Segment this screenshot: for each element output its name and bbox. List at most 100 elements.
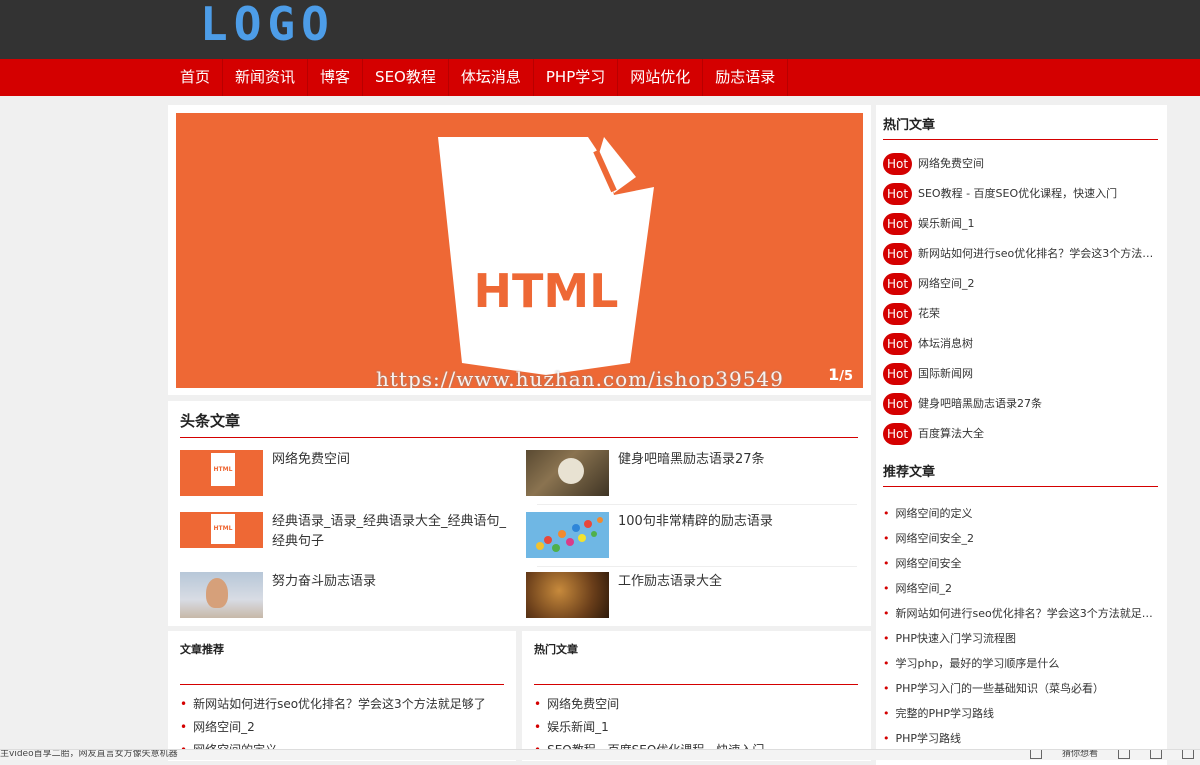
list-item[interactable]: 网络免费空间: [534, 693, 764, 716]
top-header-bar: LOGO: [0, 0, 1200, 59]
hot-list-item[interactable]: Hot 网络空间_2: [883, 273, 1158, 303]
list-item[interactable]: 网络空间安全: [883, 551, 1158, 576]
nav-item-home[interactable]: 首页: [168, 59, 224, 96]
hot-articles-bottom-title: 热门文章: [534, 641, 858, 685]
hot-list-item[interactable]: Hot 健身吧暗黑励志语录27条: [883, 393, 1158, 423]
headline-link[interactable]: 经典语录_语录_经典语录大全_经典语句_经典句子: [272, 512, 518, 552]
list-item[interactable]: 网络空间安全_2: [883, 526, 1158, 551]
banner-panel: HTML https://www.huzhan.com/ishop39549 1…: [168, 105, 871, 395]
headline-item[interactable]: 100句非常精辟的励志语录: [526, 512, 860, 562]
list-item[interactable]: 娱乐新闻_1: [534, 716, 764, 739]
status-news-ticker[interactable]: 主video首享二胎，网友直言女方像失意机器: [0, 750, 178, 760]
hot-list-item[interactable]: Hot 百度算法大全: [883, 423, 1158, 453]
list-item[interactable]: 网络空间的定义: [883, 501, 1158, 526]
article-recommend-panel: 文章推荐 新网站如何进行seo优化排名？学会这3个方法就足够了 网络空间_2 网…: [168, 631, 516, 761]
hot-item-link[interactable]: 健身吧暗黑励志语录27条: [918, 397, 1042, 410]
list-item[interactable]: PHP快速入门学习流程图: [883, 626, 1158, 651]
headline-divider: [537, 566, 857, 567]
hot-badge: Hot: [883, 333, 912, 355]
hot-list-item[interactable]: Hot 国际新闻网: [883, 363, 1158, 393]
headline-thumb[interactable]: HTML: [180, 450, 263, 496]
pager-current: 1: [828, 365, 840, 384]
headline-panel: 头条文章 HTML 网络免费空间 健身吧暗黑励志语录27条 HTML 经典语录_…: [168, 401, 871, 626]
hot-item-link[interactable]: 新网站如何进行seo优化排名？学会这3个方法就足够了: [918, 247, 1158, 260]
html-document-icon: HTML: [438, 137, 654, 375]
hot-item-link[interactable]: 娱乐新闻_1: [918, 217, 975, 230]
status-right-tools: 猜你想看: [1030, 750, 1195, 760]
balloons-image: [536, 517, 603, 552]
list-item[interactable]: PHP学习路线: [883, 726, 1158, 751]
hot-badge: Hot: [883, 423, 912, 445]
video-icon[interactable]: [1030, 750, 1042, 759]
headline-item[interactable]: 工作励志语录大全: [526, 572, 860, 622]
download-icon[interactable]: [1150, 750, 1163, 759]
hot-badge: Hot: [883, 243, 912, 265]
pager-total: /5: [839, 369, 853, 384]
watermark-text: https://www.huzhan.com/ishop39549: [376, 367, 784, 388]
headline-item[interactable]: HTML 经典语录_语录_经典语录大全_经典语句_经典句子: [180, 512, 514, 562]
hot-badge: Hot: [883, 273, 912, 295]
list-item[interactable]: 网络空间_2: [180, 716, 486, 739]
headline-thumb[interactable]: [526, 512, 609, 558]
hot-item-link[interactable]: 花荣: [918, 307, 940, 320]
nav-item-php[interactable]: PHP学习: [534, 59, 619, 96]
hot-badge: Hot: [883, 183, 912, 205]
headline-link[interactable]: 100句非常精辟的励志语录: [618, 512, 864, 532]
list-item[interactable]: 完整的PHP学习路线: [883, 701, 1158, 726]
headline-thumb[interactable]: [180, 572, 263, 618]
list-item[interactable]: 新网站如何进行seo优化排名？学会这3个方法就足够了: [180, 693, 486, 716]
hot-list-item[interactable]: Hot 花荣: [883, 303, 1158, 333]
hot-list-item[interactable]: Hot 体坛消息树: [883, 333, 1158, 363]
hot-item-link[interactable]: 网络空间_2: [918, 277, 975, 290]
shield-icon[interactable]: [1118, 750, 1131, 759]
list-item[interactable]: 网络空间_2: [883, 576, 1158, 601]
nav-item-seo[interactable]: SEO教程: [363, 59, 449, 96]
site-logo[interactable]: LOGO: [200, 0, 335, 50]
nav-item-news[interactable]: 新闻资讯: [223, 59, 309, 96]
nav-item-quotes[interactable]: 励志语录: [703, 59, 789, 96]
headline-thumb[interactable]: [526, 450, 609, 496]
headline-link[interactable]: 网络免费空间: [272, 450, 518, 470]
headline-thumb[interactable]: [526, 572, 609, 618]
headline-item[interactable]: HTML 网络免费空间: [180, 450, 514, 500]
hot-item-link[interactable]: 网络免费空间: [918, 157, 984, 170]
headline-link[interactable]: 健身吧暗黑励志语录27条: [618, 450, 864, 470]
window-icon[interactable]: [1182, 750, 1195, 759]
headline-thumb[interactable]: HTML: [180, 512, 263, 548]
html-thumb-label: HTML: [211, 453, 235, 486]
sidebar-hot-title: 热门文章: [883, 114, 1158, 140]
headline-title: 头条文章: [180, 410, 858, 438]
main-nav: 首页 新闻资讯 博客 SEO教程 体坛消息 PHP学习 网站优化 励志语录: [0, 59, 1200, 96]
list-item[interactable]: 学习php，最好的学习顺序是什么: [883, 651, 1158, 676]
recommend-list: 网络空间的定义 网络空间安全_2 网络空间安全 网络空间_2 新网站如何进行se…: [883, 501, 1159, 751]
headline-item[interactable]: 健身吧暗黑励志语录27条: [526, 450, 860, 500]
nav-item-blog[interactable]: 博客: [308, 59, 364, 96]
headline-item[interactable]: 努力奋斗励志语录: [180, 572, 514, 622]
hot-list-item[interactable]: Hot 网络免费空间: [883, 153, 1158, 183]
hot-list-item[interactable]: Hot 新网站如何进行seo优化排名？学会这3个方法就足够了: [883, 243, 1158, 273]
headline-link[interactable]: 努力奋斗励志语录: [272, 572, 518, 592]
sidebar-recommend-title: 推荐文章: [883, 461, 1158, 487]
headline-link[interactable]: 工作励志语录大全: [618, 572, 864, 592]
hot-item-link[interactable]: 体坛消息树: [918, 337, 973, 350]
hot-item-link[interactable]: SEO教程 - 百度SEO优化课程，快速入门: [918, 187, 1117, 200]
status-recommend-link[interactable]: 猜你想看: [1062, 750, 1098, 760]
hot-item-link[interactable]: 百度算法大全: [918, 427, 984, 440]
banner-slide[interactable]: HTML https://www.huzhan.com/ishop39549 1…: [176, 113, 863, 388]
hot-list-item[interactable]: Hot SEO教程 - 百度SEO优化课程，快速入门: [883, 183, 1158, 213]
hot-badge: Hot: [883, 393, 912, 415]
nav-item-optimize[interactable]: 网站优化: [618, 59, 704, 96]
article-recommend-title: 文章推荐: [180, 641, 504, 685]
hot-list: Hot 网络免费空间 Hot SEO教程 - 百度SEO优化课程，快速入门 Hot 娱…: [883, 153, 1158, 453]
list-item[interactable]: PHP学习入门的一些基础知识（菜鸟必看）: [883, 676, 1158, 701]
hot-badge: Hot: [883, 213, 912, 235]
hot-list-item[interactable]: Hot 娱乐新闻_1: [883, 213, 1158, 243]
hot-articles-bottom-panel: 热门文章 网络免费空间 娱乐新闻_1 SEO教程 - 百度SEO优化课程，快速入…: [522, 631, 871, 761]
browser-status-bar: 主video首享二胎，网友直言女方像失意机器 猜你想看: [0, 749, 1200, 760]
list-item[interactable]: 新网站如何进行seo优化排名？学会这3个方法就足够了: [883, 601, 1159, 626]
sidebar: 热门文章 Hot 网络免费空间 Hot SEO教程 - 百度SEO优化课程，快速入门…: [876, 105, 1167, 765]
hot-badge: Hot: [883, 153, 912, 175]
hot-item-link[interactable]: 国际新闻网: [918, 367, 973, 380]
nav-item-sports[interactable]: 体坛消息: [449, 59, 534, 96]
hot-badge: Hot: [883, 303, 912, 325]
